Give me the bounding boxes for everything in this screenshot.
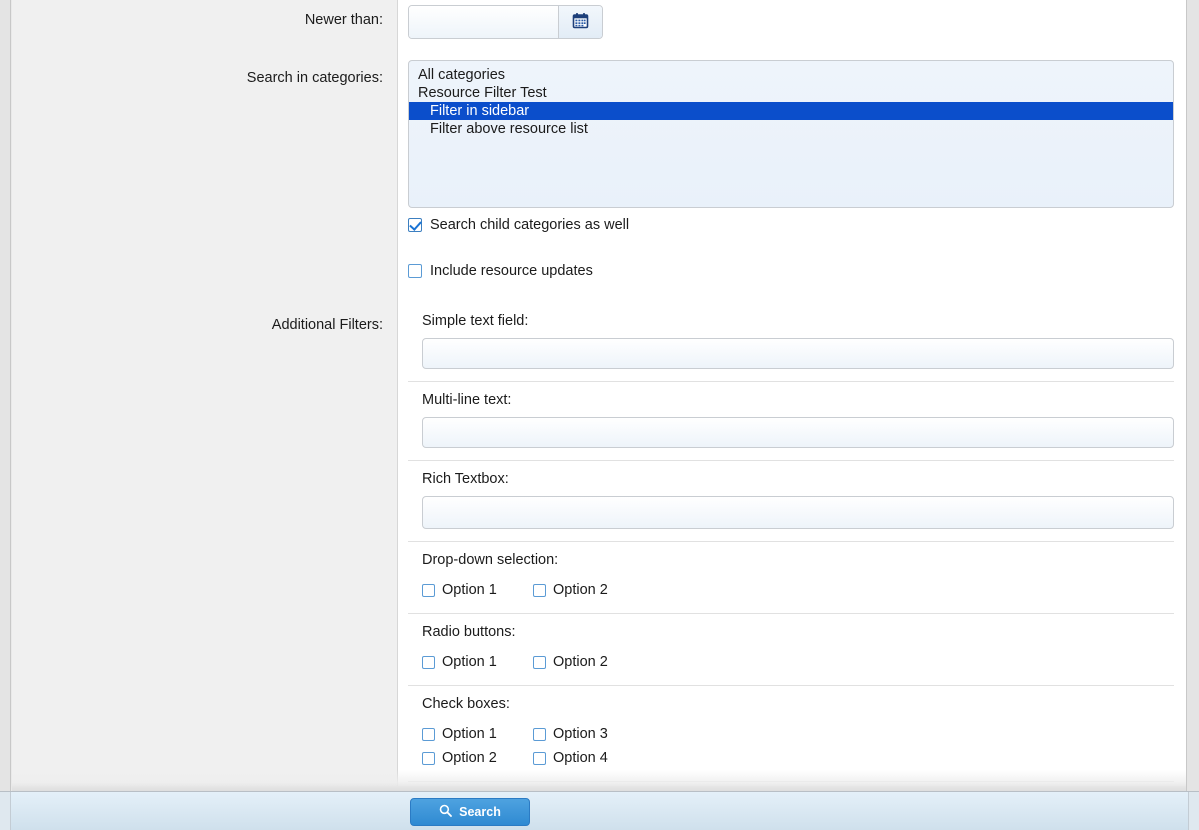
filter-block-star-rating: Star rating:: [408, 781, 1174, 786]
filter-title: Radio buttons:: [422, 624, 1174, 640]
filter-block-multiline-text: Multi-line text:: [408, 381, 1174, 460]
rich-textbox-input[interactable]: [422, 496, 1174, 529]
filter-block-simple-text: Simple text field:: [408, 297, 1174, 381]
search-child-categories-label: Search child categories as well: [430, 217, 629, 233]
option-label: Option 1: [442, 579, 497, 601]
option-row: Option 1 Option 2: [422, 651, 1174, 673]
calendar-picker-button[interactable]: [558, 6, 602, 38]
form-row-newer-than: Newer than:: [12, 0, 1186, 53]
checkbox-option-4-checkbox[interactable]: [533, 752, 546, 765]
filter-block-check-boxes: Check boxes: Option 1 Option 3: [408, 685, 1174, 781]
filter-title: Drop-down selection:: [422, 552, 1174, 568]
checkbox-option-1-checkbox[interactable]: [422, 728, 435, 741]
search-button[interactable]: Search: [410, 798, 530, 826]
dropdown-options: Option 1 Option 2: [422, 577, 1174, 601]
dropdown-option-1-checkbox[interactable]: [422, 584, 435, 597]
checkbox-option-3[interactable]: Option 3: [533, 723, 644, 745]
option-label: Option 2: [553, 651, 608, 673]
calendar-icon: [572, 12, 589, 32]
search-child-categories-row[interactable]: Search child categories as well: [408, 217, 1174, 233]
list-item[interactable]: Resource Filter Test: [409, 84, 1173, 102]
checkbox-option-3-checkbox[interactable]: [533, 728, 546, 741]
search-categories-field: All categories Resource Filter Test Filt…: [398, 53, 1186, 297]
option-row: Option 1 Option 3: [422, 723, 1174, 745]
multiline-text-input[interactable]: [422, 417, 1174, 448]
radio-option-1-checkbox[interactable]: [422, 656, 435, 669]
form-row-additional-filters: Additional Filters: Simple text field: M…: [12, 297, 1186, 786]
filter-block-radio-buttons: Radio buttons: Option 1 Option 2: [408, 613, 1174, 685]
checkbox-option-2[interactable]: Option 2: [422, 747, 533, 769]
footer-right-edge: [1188, 792, 1199, 830]
newer-than-input[interactable]: [409, 6, 558, 38]
categories-listbox[interactable]: All categories Resource Filter Test Filt…: [408, 60, 1174, 208]
include-resource-updates-label: Include resource updates: [430, 263, 593, 279]
magnifier-icon: [439, 804, 452, 820]
dropdown-option-1[interactable]: Option 1: [422, 579, 533, 601]
simple-text-input[interactable]: [422, 338, 1174, 369]
radio-option-2-checkbox[interactable]: [533, 656, 546, 669]
include-resource-updates-row[interactable]: Include resource updates: [408, 263, 1174, 279]
option-label: Option 4: [553, 747, 608, 769]
newer-than-label: Newer than:: [12, 0, 398, 53]
checkbox-options: Option 1 Option 3 Option 2: [422, 721, 1174, 769]
newer-than-field: [398, 0, 1186, 53]
filter-title: Multi-line text:: [422, 392, 1174, 408]
filter-block-dropdown-selection: Drop-down selection: Option 1 Option 2: [408, 541, 1174, 613]
search-child-categories-checkbox[interactable]: [408, 218, 422, 232]
option-label: Option 1: [442, 651, 497, 673]
dropdown-option-2[interactable]: Option 2: [533, 579, 644, 601]
window-right-edge: [1186, 0, 1199, 791]
filter-title: Check boxes:: [422, 696, 1174, 712]
option-label: Option 2: [442, 747, 497, 769]
filter-title: Rich Textbox:: [422, 471, 1174, 487]
search-categories-label: Search in categories:: [12, 53, 398, 297]
form-footer-bar: Search: [0, 791, 1199, 830]
list-item-selected[interactable]: Filter in sidebar: [409, 102, 1173, 120]
checkbox-option-4[interactable]: Option 4: [533, 747, 644, 769]
filter-title: Simple text field:: [422, 313, 1174, 329]
search-button-label: Search: [459, 805, 501, 819]
radio-option-2[interactable]: Option 2: [533, 651, 644, 673]
radio-options: Option 1 Option 2: [422, 649, 1174, 673]
include-resource-updates-checkbox[interactable]: [408, 264, 422, 278]
form-scroll-region[interactable]: Newer than:: [12, 0, 1186, 786]
footer-left-edge: [0, 792, 11, 830]
option-label: Option 2: [553, 579, 608, 601]
form-row-search-categories: Search in categories: All categories Res…: [12, 53, 1186, 297]
date-input-group: [408, 5, 603, 39]
additional-filters-label: Additional Filters:: [12, 297, 398, 786]
checkbox-option-2-checkbox[interactable]: [422, 752, 435, 765]
checkbox-option-1[interactable]: Option 1: [422, 723, 533, 745]
filter-block-rich-textbox: Rich Textbox:: [408, 460, 1174, 541]
option-label: Option 1: [442, 723, 497, 745]
radio-option-1[interactable]: Option 1: [422, 651, 533, 673]
search-form-page: Newer than:: [0, 0, 1199, 830]
window-left-edge: [0, 0, 11, 791]
list-item[interactable]: All categories: [409, 66, 1173, 84]
list-item[interactable]: Filter above resource list: [409, 120, 1173, 138]
option-row: Option 2 Option 4: [422, 747, 1174, 769]
option-row: Option 1 Option 2: [422, 579, 1174, 601]
additional-filters-field: Simple text field: Multi-line text: Rich…: [398, 297, 1186, 786]
dropdown-option-2-checkbox[interactable]: [533, 584, 546, 597]
option-label: Option 3: [553, 723, 608, 745]
